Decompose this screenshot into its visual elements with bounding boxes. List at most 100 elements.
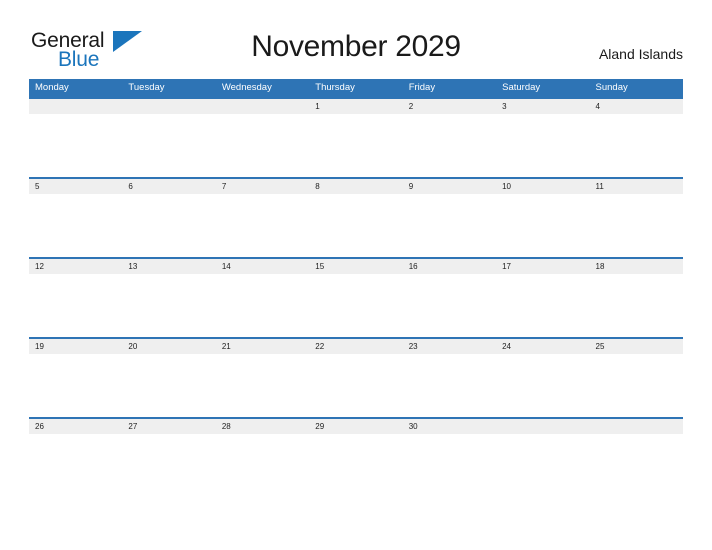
- day-number: 21: [215, 339, 310, 355]
- day-number: 17: [496, 259, 590, 275]
- day-number: 13: [122, 259, 216, 275]
- weekday-header-monday: Monday: [35, 82, 69, 93]
- day-number: 14: [215, 259, 310, 275]
- weekday-header-thursday: Thursday: [315, 82, 355, 93]
- day-note-area[interactable]: [215, 274, 310, 338]
- day-note-area[interactable]: [215, 194, 310, 258]
- day-note-area[interactable]: [215, 114, 310, 178]
- day-cell[interactable]: 18: [589, 259, 683, 338]
- day-note-area[interactable]: [215, 354, 310, 418]
- day-note-area[interactable]: [496, 354, 590, 418]
- day-number: 16: [402, 259, 497, 275]
- day-cell[interactable]: 7: [215, 179, 310, 258]
- day-cell[interactable]: 15: [309, 259, 403, 338]
- day-cell[interactable]: 3: [496, 99, 590, 178]
- day-note-area[interactable]: [496, 274, 590, 338]
- weekday-header-row: Monday Tuesday Wednesday Thursday Friday…: [29, 79, 683, 98]
- day-note-area[interactable]: [29, 274, 123, 338]
- day-number: 2: [402, 99, 497, 115]
- day-note-area[interactable]: [122, 274, 216, 338]
- day-cell[interactable]: [29, 99, 123, 178]
- day-cell[interactable]: [122, 99, 216, 178]
- day-number: 23: [402, 339, 497, 355]
- day-note-area[interactable]: [309, 354, 403, 418]
- day-cell[interactable]: 8: [309, 179, 403, 258]
- day-number: 29: [309, 419, 403, 435]
- day-note-area[interactable]: [309, 434, 403, 498]
- weekday-header-tuesday: Tuesday: [128, 82, 165, 93]
- day-note-area[interactable]: [402, 354, 497, 418]
- day-number: 15: [309, 259, 403, 275]
- day-cell[interactable]: 23: [402, 339, 497, 418]
- day-number: 20: [122, 339, 216, 355]
- day-cell[interactable]: 6: [122, 179, 216, 258]
- day-note-area[interactable]: [496, 434, 590, 498]
- day-cell[interactable]: 28: [215, 419, 310, 498]
- week-row: 19 20 21 22 23 24 25: [29, 337, 683, 418]
- day-cell[interactable]: 21: [215, 339, 310, 418]
- day-note-area[interactable]: [589, 114, 683, 178]
- day-number: 27: [122, 419, 216, 435]
- day-number: 22: [309, 339, 403, 355]
- day-note-area[interactable]: [496, 114, 590, 178]
- day-number: 8: [309, 179, 403, 195]
- day-note-area[interactable]: [496, 194, 590, 258]
- day-cell[interactable]: 5: [29, 179, 123, 258]
- day-note-area[interactable]: [402, 114, 497, 178]
- day-cell[interactable]: 4: [589, 99, 683, 178]
- day-note-area[interactable]: [402, 274, 497, 338]
- day-note-area[interactable]: [122, 354, 216, 418]
- day-cell[interactable]: 16: [402, 259, 497, 338]
- day-cell[interactable]: 17: [496, 259, 590, 338]
- day-number: 1: [309, 99, 403, 115]
- day-cell[interactable]: 25: [589, 339, 683, 418]
- day-cell[interactable]: 24: [496, 339, 590, 418]
- day-note-area[interactable]: [29, 434, 123, 498]
- day-note-area[interactable]: [29, 194, 123, 258]
- day-note-area[interactable]: [122, 114, 216, 178]
- day-cell[interactable]: 2: [402, 99, 497, 178]
- day-cell[interactable]: 20: [122, 339, 216, 418]
- day-note-area[interactable]: [309, 194, 403, 258]
- day-note-area[interactable]: [402, 434, 497, 498]
- day-cell[interactable]: 11: [589, 179, 683, 258]
- day-note-area[interactable]: [215, 434, 310, 498]
- day-cell[interactable]: 19: [29, 339, 123, 418]
- day-note-area[interactable]: [589, 354, 683, 418]
- day-cell[interactable]: 1: [309, 99, 403, 178]
- day-cell[interactable]: 29: [309, 419, 403, 498]
- day-number: [589, 419, 683, 435]
- day-cell[interactable]: 26: [29, 419, 123, 498]
- day-cell[interactable]: [215, 99, 310, 178]
- day-number: 9: [402, 179, 497, 195]
- day-number: 5: [29, 179, 123, 195]
- day-note-area[interactable]: [29, 114, 123, 178]
- day-cell[interactable]: 13: [122, 259, 216, 338]
- day-cell[interactable]: 10: [496, 179, 590, 258]
- day-number: 19: [29, 339, 123, 355]
- day-cell[interactable]: [589, 419, 683, 498]
- week-row: 26 27 28 29 30: [29, 417, 683, 498]
- day-note-area[interactable]: [309, 274, 403, 338]
- day-note-area[interactable]: [29, 354, 123, 418]
- day-cell[interactable]: [496, 419, 590, 498]
- day-number: 6: [122, 179, 216, 195]
- day-number: 3: [496, 99, 590, 115]
- day-cell[interactable]: 27: [122, 419, 216, 498]
- day-cell[interactable]: 22: [309, 339, 403, 418]
- day-cell[interactable]: 12: [29, 259, 123, 338]
- day-note-area[interactable]: [402, 194, 497, 258]
- day-note-area[interactable]: [589, 434, 683, 498]
- day-note-area[interactable]: [309, 114, 403, 178]
- day-note-area[interactable]: [589, 194, 683, 258]
- weekday-header-friday: Friday: [408, 82, 436, 93]
- day-cell[interactable]: 9: [402, 179, 497, 258]
- day-note-area[interactable]: [122, 434, 216, 498]
- day-cell[interactable]: 14: [215, 259, 310, 338]
- day-note-area[interactable]: [122, 194, 216, 258]
- day-note-area[interactable]: [589, 274, 683, 338]
- day-number: 4: [589, 99, 683, 115]
- day-number: [122, 99, 216, 115]
- day-cell[interactable]: 30: [402, 419, 497, 498]
- day-number: 26: [29, 419, 123, 435]
